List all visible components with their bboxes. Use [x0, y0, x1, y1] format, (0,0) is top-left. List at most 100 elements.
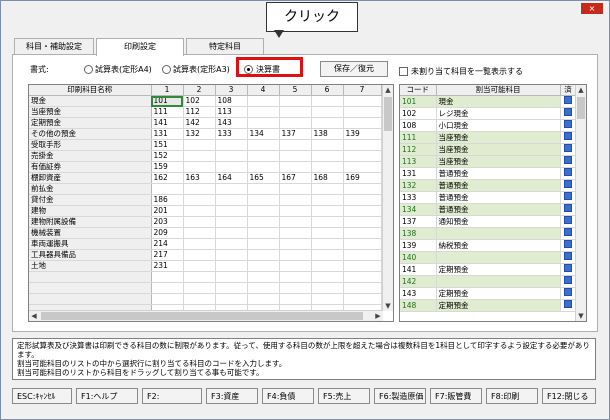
code-cell[interactable]: [183, 293, 216, 305]
code-cell[interactable]: [343, 293, 382, 305]
print-name-cell[interactable]: [29, 282, 152, 294]
code-cell[interactable]: [311, 150, 344, 162]
code-cell[interactable]: [247, 117, 280, 129]
code-cell[interactable]: [215, 139, 248, 151]
list-item[interactable]: 137 通知預金: [400, 215, 577, 228]
code-cell[interactable]: [279, 95, 312, 107]
list-item[interactable]: 143 定期預金: [400, 287, 577, 300]
code-cell[interactable]: [215, 293, 248, 305]
assigned-check-cell[interactable]: [560, 251, 577, 264]
list-item[interactable]: 112 当座預金: [400, 143, 577, 156]
code-cell[interactable]: [343, 95, 382, 107]
checked-icon[interactable]: [564, 180, 572, 188]
print-name-cell[interactable]: [29, 293, 152, 305]
table-row[interactable]: 前払金: [29, 183, 382, 195]
code-cell[interactable]: [279, 106, 312, 118]
assigned-check-cell[interactable]: [560, 239, 577, 252]
code-cell[interactable]: 139: [343, 128, 382, 140]
account-code[interactable]: 141: [400, 263, 437, 276]
code-cell[interactable]: [183, 194, 216, 206]
print-name-cell[interactable]: 建物附属設備: [29, 216, 152, 228]
code-cell[interactable]: [311, 139, 344, 151]
code-cell[interactable]: [343, 183, 382, 195]
checked-icon[interactable]: [564, 216, 572, 224]
assigned-check-cell[interactable]: [560, 287, 577, 300]
account-name[interactable]: 現金: [436, 95, 561, 108]
table-row[interactable]: 受取手形 151: [29, 139, 382, 151]
code-cell[interactable]: [247, 216, 280, 228]
f5-sales-button[interactable]: F5:売上: [318, 388, 370, 404]
code-cell[interactable]: [311, 95, 344, 107]
code-cell[interactable]: 143: [215, 117, 248, 129]
code-cell[interactable]: 164: [215, 172, 248, 184]
code-cell[interactable]: [183, 260, 216, 272]
table-row[interactable]: その他の預金 131 132 133 134 137 138 139: [29, 128, 382, 140]
code-cell[interactable]: [215, 150, 248, 162]
account-name[interactable]: レジ現金: [436, 107, 561, 120]
code-cell[interactable]: [247, 249, 280, 261]
code-cell[interactable]: [279, 161, 312, 173]
code-cell[interactable]: [311, 249, 344, 261]
table-row[interactable]: 売掛金 152: [29, 150, 382, 162]
code-cell[interactable]: 159: [151, 161, 184, 173]
code-cell[interactable]: [215, 249, 248, 261]
code-cell[interactable]: 168: [311, 172, 344, 184]
table-row[interactable]: 建物附属設備 203: [29, 216, 382, 228]
print-name-cell[interactable]: 受取手形: [29, 139, 152, 151]
list-item[interactable]: 139 納税預金: [400, 239, 577, 252]
account-name[interactable]: 定期預金: [436, 263, 561, 276]
code-cell[interactable]: [151, 183, 184, 195]
code-cell[interactable]: 132: [183, 128, 216, 140]
checked-icon[interactable]: [564, 204, 572, 212]
list-item[interactable]: 101 現金: [400, 95, 577, 108]
checked-icon[interactable]: [564, 252, 572, 260]
code-cell[interactable]: 186: [151, 194, 184, 206]
print-name-cell[interactable]: 建物: [29, 205, 152, 217]
print-name-cell[interactable]: 前払金: [29, 183, 152, 195]
code-cell[interactable]: [183, 282, 216, 294]
code-cell[interactable]: [215, 238, 248, 250]
code-cell[interactable]: 163: [183, 172, 216, 184]
scroll-down-icon[interactable]: ▼: [576, 311, 586, 321]
code-cell[interactable]: 113: [215, 106, 248, 118]
code-cell[interactable]: [247, 194, 280, 206]
code-cell[interactable]: [279, 194, 312, 206]
code-cell[interactable]: [247, 139, 280, 151]
account-code[interactable]: 113: [400, 155, 437, 168]
code-cell[interactable]: [311, 282, 344, 294]
f1-help-button[interactable]: F1:ヘルプ: [76, 388, 138, 404]
list-item[interactable]: 142: [400, 275, 577, 288]
checked-icon[interactable]: [564, 132, 572, 140]
code-cell[interactable]: 203: [151, 216, 184, 228]
code-cell[interactable]: [247, 183, 280, 195]
radio-trial-a4[interactable]: [84, 65, 93, 74]
account-code[interactable]: 133: [400, 191, 437, 204]
code-cell[interactable]: 217: [151, 249, 184, 261]
code-cell[interactable]: [343, 194, 382, 206]
scroll-up-icon[interactable]: ▲: [576, 85, 586, 95]
print-name-cell[interactable]: [29, 271, 152, 283]
code-cell[interactable]: 131: [151, 128, 184, 140]
code-cell[interactable]: 102: [183, 95, 216, 107]
account-name[interactable]: 納税預金: [436, 239, 561, 252]
assigned-check-cell[interactable]: [560, 203, 577, 216]
code-cell[interactable]: [215, 216, 248, 228]
code-cell[interactable]: 137: [279, 128, 312, 140]
account-name[interactable]: 普通預金: [436, 179, 561, 192]
code-cell[interactable]: [279, 271, 312, 283]
code-cell[interactable]: 141: [151, 117, 184, 129]
assigned-check-cell[interactable]: [560, 119, 577, 132]
tab-account-settings[interactable]: 科目・補助設定: [14, 38, 94, 55]
account-code[interactable]: 137: [400, 215, 437, 228]
list-item[interactable]: 138: [400, 227, 577, 240]
f12-close-button[interactable]: F12:閉じる: [542, 388, 596, 404]
checked-icon[interactable]: [564, 108, 572, 116]
print-grid-vscroll-thumb[interactable]: [384, 97, 392, 131]
code-cell[interactable]: 111: [151, 106, 184, 118]
print-grid-vscroll[interactable]: ▲ ▼: [382, 85, 393, 311]
account-code[interactable]: 142: [400, 275, 437, 288]
code-cell[interactable]: 151: [151, 139, 184, 151]
f7-sga-button[interactable]: F7:販管費: [430, 388, 482, 404]
list-item[interactable]: 141 定期預金: [400, 263, 577, 276]
account-name[interactable]: 普通預金: [436, 203, 561, 216]
